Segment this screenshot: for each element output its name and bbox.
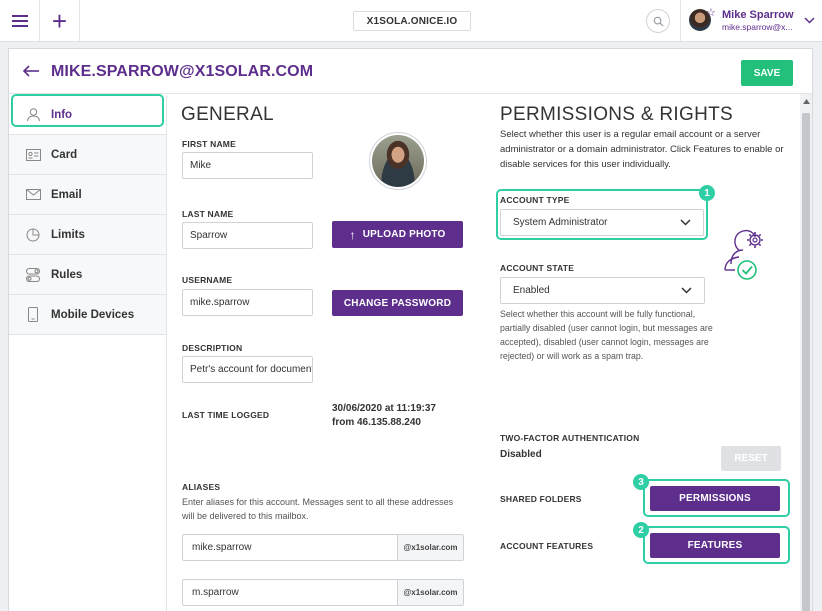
first-name-field[interactable]: Mike bbox=[182, 152, 313, 179]
last-name-field[interactable]: Sparrow bbox=[182, 222, 313, 249]
upload-photo-button[interactable]: ↑ UPLOAD PHOTO bbox=[332, 221, 463, 248]
alias-row: m.sparrow @x1solar.com bbox=[182, 579, 464, 606]
sidebar-item-label: Email bbox=[51, 188, 82, 201]
sidebar-item-email[interactable]: Email bbox=[9, 175, 166, 215]
page-title: MIKE.SPARROW@X1SOLAR.COM bbox=[51, 63, 314, 80]
scroll-thumb[interactable] bbox=[802, 113, 810, 611]
toggle-icon bbox=[25, 267, 41, 283]
save-button[interactable]: SAVE bbox=[741, 60, 793, 86]
username-label: USERNAME bbox=[182, 275, 233, 285]
sidebar-item-label: Card bbox=[51, 148, 78, 161]
alias-domain: @x1solar.com bbox=[397, 580, 463, 605]
shared-folders-label: SHARED FOLDERS bbox=[500, 494, 582, 504]
sidebar-item-label: Limits bbox=[51, 228, 85, 241]
reset-button[interactable]: RESET bbox=[721, 446, 781, 471]
aliases-description: Enter aliases for this account. Messages… bbox=[182, 497, 454, 521]
description-field[interactable]: Petr's account for document bbox=[182, 356, 313, 383]
alias-name-field[interactable]: m.sparrow bbox=[183, 580, 397, 605]
last-logged-time: 30/06/2020 at 11:19:37 bbox=[332, 403, 436, 414]
alias-row: mike.sparrow @x1solar.com bbox=[182, 534, 464, 561]
sidebar-item-label: Rules bbox=[51, 268, 83, 281]
account-state-select[interactable]: Enabled bbox=[500, 277, 705, 304]
envelope-icon bbox=[25, 187, 41, 203]
user-detail-card: MIKE.SPARROW@X1SOLAR.COM SAVE Info Card … bbox=[8, 48, 813, 611]
step-badge-2: 2 bbox=[633, 522, 649, 538]
profile-photo-image bbox=[372, 135, 424, 187]
sidebar-item-card[interactable]: Card bbox=[9, 135, 166, 175]
sidebar-item-mobile-devices[interactable]: Mobile Devices bbox=[9, 295, 166, 335]
account-state-description: Select whether this account will be full… bbox=[500, 309, 713, 361]
sidebar-item-label: Mobile Devices bbox=[51, 308, 135, 321]
account-state-value: Enabled bbox=[513, 285, 550, 296]
permissions-button[interactable]: PERMISSIONS bbox=[650, 486, 780, 511]
sidebar-item-rules[interactable]: Rules bbox=[9, 255, 166, 295]
account-features-label: ACCOUNT FEATURES bbox=[500, 541, 594, 551]
chevron-down-icon bbox=[803, 16, 815, 24]
top-bar: + X1SOLA.ONICE.IO ☆ Mike Sparrow mike.sp… bbox=[0, 0, 822, 42]
last-logged-ip: from 46.135.88.240 bbox=[332, 417, 421, 428]
step-badge-1: 1 bbox=[699, 185, 715, 201]
alias-domain: @x1solar.com bbox=[397, 535, 463, 560]
user-email: mike.sparrow@x... bbox=[722, 22, 793, 32]
step-badge-3: 3 bbox=[633, 474, 649, 490]
account-type-select[interactable]: System Administrator bbox=[500, 209, 704, 236]
first-name-label: FIRST NAME bbox=[182, 139, 236, 149]
features-button[interactable]: FEATURES bbox=[650, 533, 780, 558]
search-icon bbox=[653, 16, 664, 27]
sidebar: Info Card Email Limits Rules Mobile Devi… bbox=[9, 95, 167, 611]
profile-photo bbox=[369, 132, 427, 190]
permissions-title: PERMISSIONS & RIGHTS bbox=[500, 104, 733, 125]
info-highlight bbox=[11, 94, 164, 127]
id-card-icon bbox=[25, 147, 41, 163]
two-factor-status: Disabled bbox=[500, 449, 542, 460]
arrow-up-icon: ↑ bbox=[349, 227, 356, 242]
chevron-down-icon bbox=[680, 219, 691, 226]
account-state-label: ACCOUNT STATE bbox=[500, 263, 575, 273]
plus-icon: + bbox=[51, 5, 68, 36]
pie-chart-icon bbox=[25, 227, 41, 243]
search-button[interactable] bbox=[646, 9, 670, 33]
mobile-icon bbox=[25, 307, 41, 323]
account-type-value: System Administrator bbox=[513, 217, 608, 228]
scroll-up-button[interactable] bbox=[800, 96, 812, 106]
sidebar-item-limits[interactable]: Limits bbox=[9, 215, 166, 255]
caret-up-icon bbox=[802, 98, 810, 104]
two-factor-label: TWO-FACTOR AUTHENTICATION bbox=[500, 433, 640, 443]
username-field[interactable]: mike.sparrow bbox=[182, 289, 313, 316]
change-password-button[interactable]: CHANGE PASSWORD bbox=[332, 290, 463, 316]
hamburger-icon bbox=[11, 12, 28, 30]
last-name-label: LAST NAME bbox=[182, 209, 234, 219]
domain-selector[interactable]: X1SOLA.ONICE.IO bbox=[353, 11, 471, 31]
chevron-down-icon bbox=[681, 287, 692, 294]
admin-gear-user-icon bbox=[721, 224, 773, 284]
last-logged-label: LAST TIME LOGGED bbox=[182, 410, 270, 420]
account-type-label: ACCOUNT TYPE bbox=[500, 195, 570, 205]
permissions-description: Select whether this user is a regular em… bbox=[500, 129, 784, 170]
user-menu-chevron[interactable] bbox=[801, 12, 817, 28]
card-header: MIKE.SPARROW@X1SOLAR.COM SAVE bbox=[9, 49, 812, 94]
add-button[interactable]: + bbox=[40, 0, 80, 41]
upload-photo-label: UPLOAD PHOTO bbox=[362, 229, 446, 240]
arrow-left-icon bbox=[22, 65, 39, 77]
divider bbox=[680, 0, 681, 41]
alias-name-field[interactable]: mike.sparrow bbox=[183, 535, 397, 560]
general-title: GENERAL bbox=[181, 104, 274, 125]
back-button[interactable] bbox=[21, 61, 41, 81]
scrollbar[interactable] bbox=[800, 94, 812, 611]
menu-button[interactable] bbox=[0, 0, 40, 41]
description-label: DESCRIPTION bbox=[182, 343, 243, 353]
user-name[interactable]: Mike Sparrow bbox=[722, 9, 794, 21]
aliases-label: ALIASES bbox=[182, 482, 221, 492]
star-icon: ☆ bbox=[706, 7, 716, 19]
